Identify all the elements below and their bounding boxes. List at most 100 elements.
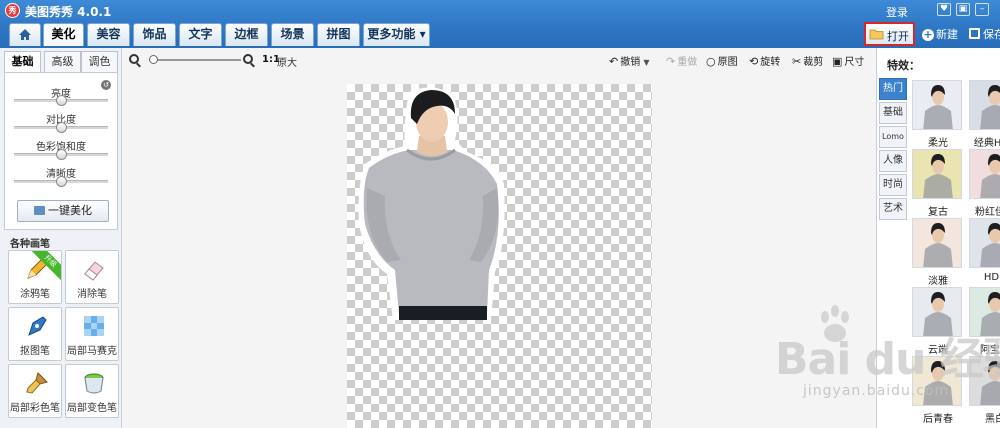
watermark-url: jingyan.baidu.com bbox=[803, 383, 950, 399]
tab-beautify[interactable]: 美化 bbox=[43, 23, 84, 46]
scissors-icon: ✂ bbox=[792, 55, 802, 68]
brush-recolor-label: 局部变色笔 bbox=[67, 403, 117, 414]
zoom-knob[interactable] bbox=[149, 55, 158, 64]
one-click-beautify-button[interactable]: 一键美化 bbox=[17, 200, 109, 222]
watermark-brand: Bai du 经验 bbox=[775, 334, 1000, 385]
effects-title: 特效： bbox=[887, 59, 920, 72]
tab-collage[interactable]: 拼图 bbox=[317, 23, 360, 46]
effect-thumbnail[interactable] bbox=[969, 218, 1000, 268]
sharpness-knob[interactable] bbox=[56, 176, 67, 187]
brush-mosaic-label: 局部马赛克 bbox=[67, 346, 117, 357]
brush-doodle-label: 涂鸦笔 bbox=[20, 289, 50, 300]
resize-icon: ▣ bbox=[832, 55, 843, 68]
zoom-in-icon[interactable] bbox=[243, 54, 253, 64]
undo-dropdown-icon[interactable]: ▼ bbox=[643, 58, 649, 67]
effect-cat-basic[interactable]: 基础 bbox=[879, 102, 907, 124]
undo-icon: ↶ bbox=[609, 55, 619, 68]
menu-icon[interactable]: ▣ bbox=[956, 3, 970, 16]
effect-thumbnail[interactable] bbox=[912, 80, 962, 130]
original-size-link[interactable]: 原大 bbox=[277, 54, 297, 69]
undo-button[interactable]: ↶ 撤销 ▼ bbox=[609, 53, 650, 68]
brush-cutout-label: 抠图笔 bbox=[20, 346, 50, 357]
subtab-color[interactable]: 调色 bbox=[81, 51, 118, 73]
person-cutout-image bbox=[358, 87, 505, 320]
redo-label: 重做 bbox=[677, 57, 698, 68]
rotate-icon: ⟲ bbox=[749, 55, 759, 68]
save-button-label: 保存 bbox=[983, 28, 1000, 41]
pen-nib-icon bbox=[28, 316, 47, 336]
minimize-icon[interactable]: – bbox=[975, 3, 989, 16]
rotate-label: 旋转 bbox=[760, 57, 781, 68]
magic-icon bbox=[34, 206, 45, 215]
eraser-icon bbox=[84, 261, 104, 281]
open-button[interactable]: 打开 bbox=[864, 22, 915, 46]
crop-button[interactable]: ✂ 裁剪 bbox=[792, 53, 823, 68]
basic-adjust-box: ↺ 亮度 对比度 色彩饱和度 清晰度 一键美化 bbox=[4, 72, 118, 230]
saturation-knob[interactable] bbox=[56, 149, 67, 160]
effect-thumbnail[interactable] bbox=[969, 149, 1000, 199]
tab-frame[interactable]: 边框 bbox=[225, 23, 268, 46]
tab-more-features[interactable]: 更多功能 ▾ bbox=[363, 23, 430, 46]
resize-button[interactable]: ▣ 尺寸 bbox=[832, 53, 864, 68]
effect-thumbnail[interactable] bbox=[912, 218, 962, 268]
login-link[interactable]: 登录 bbox=[886, 4, 908, 20]
effect-label: 粉红佳人 bbox=[975, 207, 1000, 218]
brush-cutout[interactable]: 抠图笔 bbox=[8, 307, 62, 361]
effect-cat-lomo[interactable]: Lomo bbox=[879, 126, 907, 148]
effect-cat-hot[interactable]: 热门 bbox=[879, 78, 907, 100]
brightness-slider[interactable] bbox=[14, 95, 108, 106]
subtab-advanced[interactable]: 高级 bbox=[44, 51, 81, 73]
rotate-button[interactable]: ⟲ 旋转 bbox=[749, 53, 780, 68]
tab-scene[interactable]: 场景 bbox=[271, 23, 314, 46]
effect-cat-fashion[interactable]: 时尚 bbox=[879, 174, 907, 196]
zoom-slider[interactable] bbox=[149, 55, 241, 64]
tab-text[interactable]: 文字 bbox=[179, 23, 222, 46]
tab-accessories[interactable]: 饰品 bbox=[133, 23, 176, 46]
brightness-knob[interactable] bbox=[56, 95, 67, 106]
saturation-slider[interactable] bbox=[14, 149, 108, 160]
contrast-knob[interactable] bbox=[56, 122, 67, 133]
brush-doodle[interactable]: 升级 涂鸦笔 bbox=[8, 250, 62, 304]
original-image-button[interactable]: ○ 原图 bbox=[706, 53, 738, 68]
redo-button[interactable]: ↷ 重做 bbox=[666, 53, 697, 68]
undo-label: 撤销 bbox=[620, 57, 641, 68]
brush-mosaic[interactable]: 局部马赛克 bbox=[65, 307, 119, 361]
new-button[interactable]: + 新建 bbox=[922, 26, 958, 42]
paint-brush-icon bbox=[26, 372, 48, 394]
effect-cat-art[interactable]: 艺术 bbox=[879, 198, 907, 220]
subtab-basic[interactable]: 基础 bbox=[4, 51, 41, 73]
effect-cat-portrait[interactable]: 人像 bbox=[879, 150, 907, 172]
paint-bucket-icon bbox=[84, 373, 104, 394]
effect-thumbnail[interactable] bbox=[969, 80, 1000, 130]
zoom-out-icon[interactable] bbox=[129, 54, 139, 64]
brush-local-color-label: 局部彩色笔 bbox=[10, 403, 60, 414]
canvas-toolbar: 1:1 原大 ↶ 撤销 ▼ ↷ 重做 ○ 原图 ⟲ 旋转 ✂ 裁剪 ▣ 尺寸 bbox=[122, 48, 876, 72]
folder-icon bbox=[869, 29, 884, 40]
tab-beauty[interactable]: 美容 bbox=[87, 23, 130, 46]
open-button-label: 打开 bbox=[887, 30, 909, 43]
crop-label: 裁剪 bbox=[803, 57, 824, 68]
sharpness-slider[interactable] bbox=[14, 176, 108, 187]
plus-icon: + bbox=[922, 28, 934, 41]
effect-label: 黑白 bbox=[985, 414, 1000, 425]
adjust-subtabs: 基础 高级 调色 bbox=[4, 51, 118, 73]
tab-home[interactable] bbox=[9, 23, 41, 46]
save-icon bbox=[969, 28, 980, 39]
home-icon bbox=[19, 29, 31, 40]
effect-label: HDR bbox=[983, 272, 1000, 283]
title-bar: 秀 美图秀秀 4.0.1 登录 ♥ ▣ – 美化 美容 饰品 文字 边框 场景 … bbox=[0, 0, 1000, 48]
image-canvas[interactable] bbox=[347, 84, 652, 428]
brush-recolor[interactable]: 局部变色笔 bbox=[65, 364, 119, 418]
brush-local-color[interactable]: 局部彩色笔 bbox=[8, 364, 62, 418]
save-button[interactable]: 保存 bbox=[969, 26, 1000, 42]
mosaic-icon bbox=[84, 316, 104, 336]
brush-eraser[interactable]: 消除笔 bbox=[65, 250, 119, 304]
contrast-slider[interactable] bbox=[14, 122, 108, 133]
effect-label: 复古 bbox=[928, 207, 948, 218]
one-click-beautify-label: 一键美化 bbox=[48, 204, 92, 217]
effect-thumbnail[interactable] bbox=[912, 149, 962, 199]
skin-icon[interactable]: ♥ bbox=[937, 3, 951, 16]
app-title: 美图秀秀 4.0.1 bbox=[25, 5, 112, 19]
baidu-watermark: Bai du 经验 jingyan.baidu.com bbox=[735, 305, 1000, 415]
resize-label: 尺寸 bbox=[844, 57, 865, 68]
